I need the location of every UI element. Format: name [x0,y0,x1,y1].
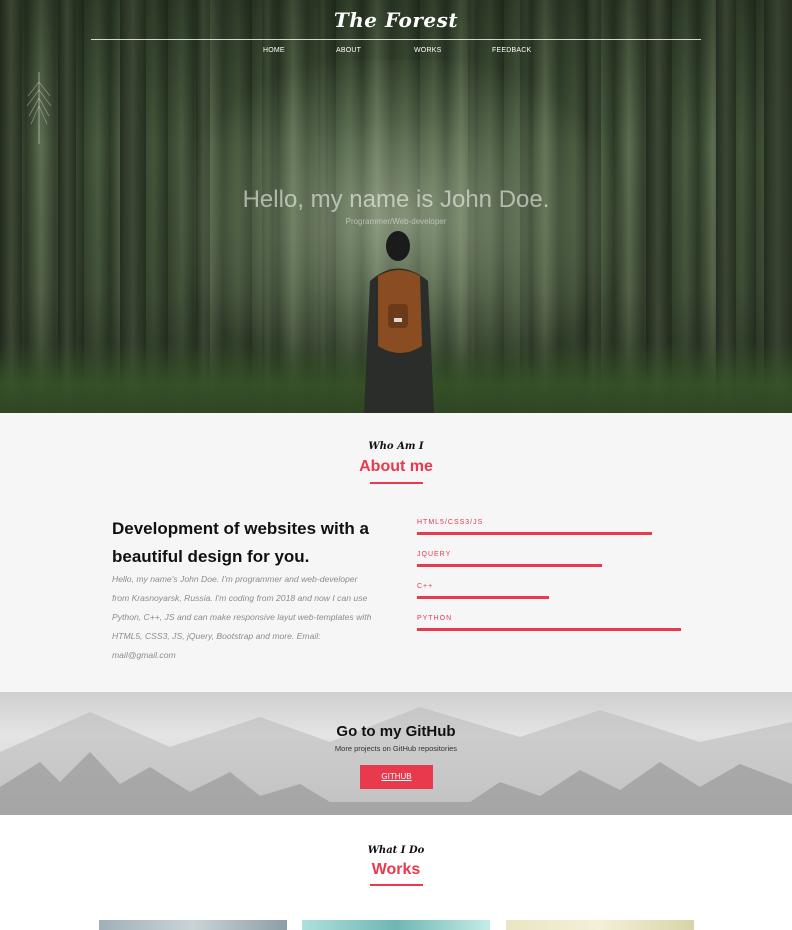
about-title-underline [370,482,423,484]
nav-divider [91,39,701,40]
skill-bar-html [417,532,652,535]
github-section: Go to my GitHub More projects on GitHub … [0,692,792,815]
skill-bar-cpp [417,596,549,599]
mountain-background [0,707,792,815]
nav-item-works[interactable]: WORKS [414,47,441,54]
skill-label-python: PYTHON [417,615,453,622]
github-title: Go to my GitHub [336,723,456,740]
about-text: Hello, my name's John Doe. I'm programme… [112,574,372,660]
nav-item-home[interactable]: HOME [263,47,285,54]
works-script-heading: What I Do [367,845,425,856]
main-nav: HOME ABOUT WORKS FEEDBACK [0,47,792,59]
hero-section: The Forest HOME ABOUT WORKS FEEDBACK Hel… [0,0,792,413]
github-button[interactable]: GITHUB [360,765,433,789]
work-thumbnail[interactable] [506,920,694,930]
about-headline: Development of websites with a beautiful… [112,519,369,566]
hiker-figure [364,231,434,413]
skill-label-jquery: JQUERY [417,551,452,558]
works-title: Works [371,861,421,878]
skill-label-cpp: C++ [417,583,434,590]
feather-decoration [26,72,52,144]
skill-bar-python [417,628,681,631]
hero-title: Hello, my name is John Doe. [242,186,550,213]
nav-item-feedback[interactable]: FEEDBACK [492,47,531,54]
about-section: Who Am I About me Development of website… [0,413,792,692]
skill-bar-jquery [417,564,602,567]
skill-label-html: HTML5/CSS3/JS [417,519,484,526]
hero-subtitle: Programmer/Web-developer [345,217,447,226]
works-section: What I Do Works [0,815,792,930]
work-thumbnail[interactable] [302,920,490,930]
brand-logo[interactable]: The Forest [0,8,792,32]
about-script-heading: Who Am I [368,441,424,452]
work-thumbnail[interactable] [99,920,287,930]
github-subtitle: More projects on GitHub repositories [334,744,458,753]
nav-item-about[interactable]: ABOUT [336,47,361,54]
about-title: About me [359,458,433,475]
works-title-underline [370,884,423,886]
